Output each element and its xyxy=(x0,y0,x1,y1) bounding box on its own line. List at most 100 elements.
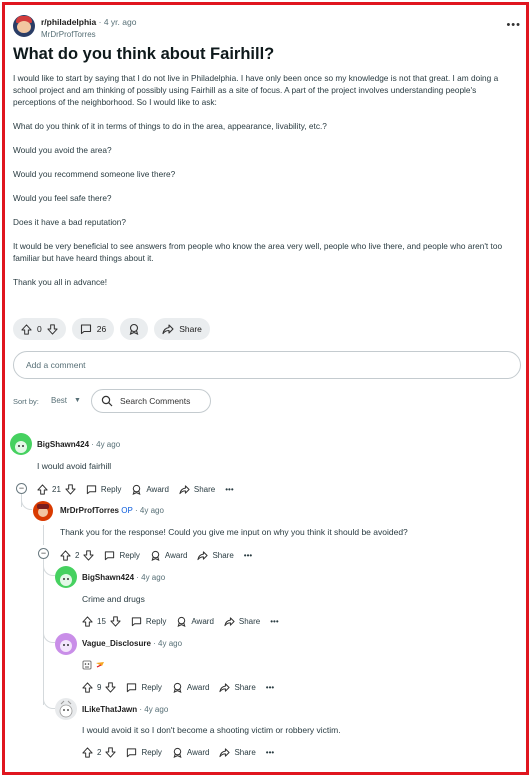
downvote-icon[interactable] xyxy=(47,323,58,335)
thread-connector xyxy=(43,625,55,643)
comment-age: · 4y ago xyxy=(91,440,121,449)
reply-button[interactable]: Reply xyxy=(126,682,162,693)
post-author[interactable]: MrDrProfTorres xyxy=(41,30,96,39)
subreddit-line: r/philadelphia · 4 yr. ago xyxy=(41,17,136,27)
chevron-down-icon[interactable]: ▼ xyxy=(74,397,81,404)
share-button[interactable]: Share xyxy=(154,318,210,340)
avatar[interactable] xyxy=(10,433,32,455)
post-paragraph: What do you think of it in terms of thin… xyxy=(13,121,327,131)
op-badge: OP xyxy=(121,506,133,515)
comment-icon xyxy=(86,484,97,494)
more-options-icon[interactable]: ••• xyxy=(266,683,274,692)
vote-count: 9 xyxy=(97,682,102,692)
emoji-icon xyxy=(82,660,104,670)
award-icon xyxy=(151,550,160,561)
upvote-icon[interactable] xyxy=(82,681,93,693)
reply-button[interactable]: Reply xyxy=(86,484,121,495)
post-paragraph: Does it have a bad reputation? xyxy=(13,217,127,227)
vote-count: 2 xyxy=(75,550,80,560)
comment-text: I would avoid it so I don't become a sho… xyxy=(82,725,341,735)
award-button[interactable]: Award xyxy=(150,550,187,561)
comment-author[interactable]: BigShawn424 · 4y ago xyxy=(37,440,120,449)
sort-bar: Sort by: Best ▼ Search Comments xyxy=(13,389,313,413)
post-paragraph: Would you avoid the area? xyxy=(13,145,112,155)
comment-actions: 15 Reply Award Share ••• xyxy=(82,613,279,629)
avatar[interactable] xyxy=(55,566,77,588)
more-options-icon[interactable]: ••• xyxy=(225,485,233,494)
search-comments-input[interactable]: Search Comments xyxy=(91,389,211,413)
downvote-icon[interactable] xyxy=(105,746,117,758)
award-button[interactable]: Award xyxy=(176,616,214,627)
avatar[interactable] xyxy=(55,698,77,720)
more-options-icon[interactable]: ••• xyxy=(266,748,274,757)
downvote-icon[interactable] xyxy=(65,483,76,495)
comment-actions: 9 Reply Award Share ••• xyxy=(82,679,274,695)
award-button[interactable] xyxy=(120,318,149,340)
upvote-icon[interactable] xyxy=(21,323,32,335)
thread-connector xyxy=(43,558,55,576)
comment-age: · 4y ago xyxy=(136,573,166,582)
more-options-icon[interactable]: ••• xyxy=(244,551,252,560)
comment-author[interactable]: MrDrProfTorres OP · 4y ago xyxy=(60,506,164,515)
avatar[interactable] xyxy=(32,500,54,522)
comment-count: 26 xyxy=(96,324,107,334)
search-placeholder: Search Comments xyxy=(120,396,191,406)
share-button[interactable]: Share xyxy=(197,550,234,561)
downvote-icon[interactable] xyxy=(83,549,95,561)
reply-button[interactable]: Reply xyxy=(126,747,162,758)
reply-button[interactable]: Reply xyxy=(131,616,166,627)
collapse-thread-button[interactable]: − xyxy=(16,483,27,494)
thread-connector xyxy=(21,492,33,510)
search-icon xyxy=(101,395,113,407)
upvote-icon[interactable] xyxy=(82,615,93,627)
comment-age: · 4y ago xyxy=(139,705,169,714)
subreddit-avatar[interactable] xyxy=(13,15,35,37)
more-options-icon[interactable]: ••• xyxy=(506,19,521,31)
reply-button[interactable]: Reply xyxy=(104,550,140,561)
downvote-icon[interactable] xyxy=(110,615,121,627)
comment-text: Thank you for the response! Could you gi… xyxy=(60,527,408,537)
share-button[interactable]: Share xyxy=(179,484,215,495)
post-age: · 4 yr. ago xyxy=(98,17,137,27)
post-body: I would like to start by saying that I d… xyxy=(13,72,521,300)
downvote-icon[interactable] xyxy=(105,681,117,693)
share-button[interactable]: Share xyxy=(219,682,256,693)
post-paragraph: I would like to start by saying that I d… xyxy=(13,73,499,107)
share-button[interactable]: Share xyxy=(219,747,256,758)
post-actions: 0 26 Share xyxy=(13,318,210,340)
avatar[interactable] xyxy=(55,633,77,655)
subreddit-link[interactable]: r/philadelphia xyxy=(41,17,96,27)
add-comment-input[interactable]: Add a comment xyxy=(13,351,521,379)
comment-actions: 2 Reply Award Share ••• xyxy=(60,547,252,563)
award-icon xyxy=(132,484,141,495)
post-paragraph: Would you recommend someone live there? xyxy=(13,169,176,179)
vote-count: 21 xyxy=(52,484,61,494)
sort-dropdown[interactable]: Best xyxy=(51,396,67,405)
share-icon xyxy=(197,550,209,560)
comment-author[interactable]: Vague_Disclosure · 4y ago xyxy=(82,639,182,648)
award-icon xyxy=(177,616,186,627)
comment-author[interactable]: BigShawn424 · 4y ago xyxy=(82,573,165,582)
share-button[interactable]: Share xyxy=(224,616,260,627)
comment-text: I would avoid fairhill xyxy=(37,461,112,471)
comments-button[interactable]: 26 xyxy=(71,318,115,340)
collapse-thread-button[interactable]: − xyxy=(38,548,49,559)
vote-count: 0 xyxy=(37,324,42,334)
upvote-icon[interactable] xyxy=(37,483,48,495)
upvote-icon[interactable] xyxy=(60,549,71,561)
upvote-icon[interactable] xyxy=(82,746,93,758)
award-button[interactable]: Award xyxy=(131,484,169,495)
more-options-icon[interactable]: ••• xyxy=(270,617,278,626)
award-button[interactable]: Award xyxy=(172,682,209,693)
post-paragraph: It would be very beneficial to see answe… xyxy=(13,241,503,263)
share-icon xyxy=(219,682,231,692)
comment-actions: 21 Reply Award Share ••• xyxy=(37,481,234,497)
vote-pill: 0 xyxy=(13,318,66,340)
vote-count: 15 xyxy=(97,616,106,626)
award-button[interactable]: Award xyxy=(172,747,209,758)
comment-author[interactable]: ILikeThatJawn · 4y ago xyxy=(82,705,168,714)
comment-icon xyxy=(80,324,91,335)
comment-icon xyxy=(131,616,142,626)
comment-icon xyxy=(105,550,115,560)
comment-icon xyxy=(127,747,137,757)
